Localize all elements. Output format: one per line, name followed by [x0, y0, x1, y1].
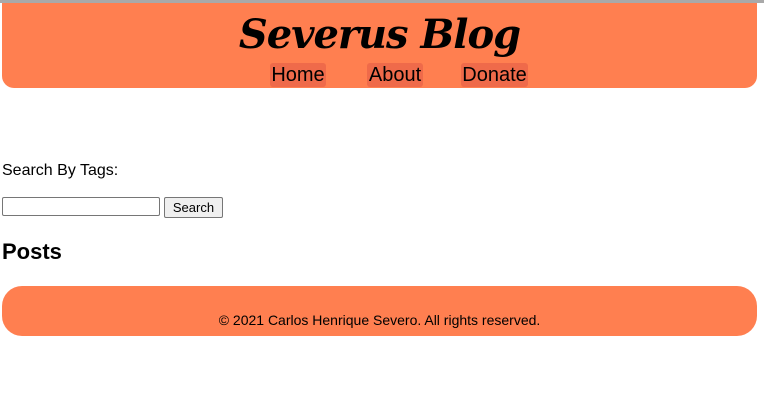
search-button[interactable]: Search	[164, 197, 223, 218]
main-nav: Home About Donate	[2, 63, 757, 89]
site-brand-logo[interactable]: Severus Blog	[2, 7, 757, 63]
posts-heading: Posts	[2, 239, 62, 264]
site-header: Severus Blog Home About Donate	[2, 3, 757, 88]
copyright-text: © 2021 Carlos Henrique Severo. All right…	[218, 312, 541, 328]
site-footer: © 2021 Carlos Henrique Severo. All right…	[2, 286, 757, 336]
nav-link-about[interactable]: About	[367, 63, 423, 87]
search-tags-input[interactable]	[2, 197, 160, 216]
search-tags-label: Search By Tags:	[2, 162, 119, 179]
nav-link-home[interactable]: Home	[270, 63, 326, 87]
nav-link-donate[interactable]: Donate	[461, 63, 528, 87]
